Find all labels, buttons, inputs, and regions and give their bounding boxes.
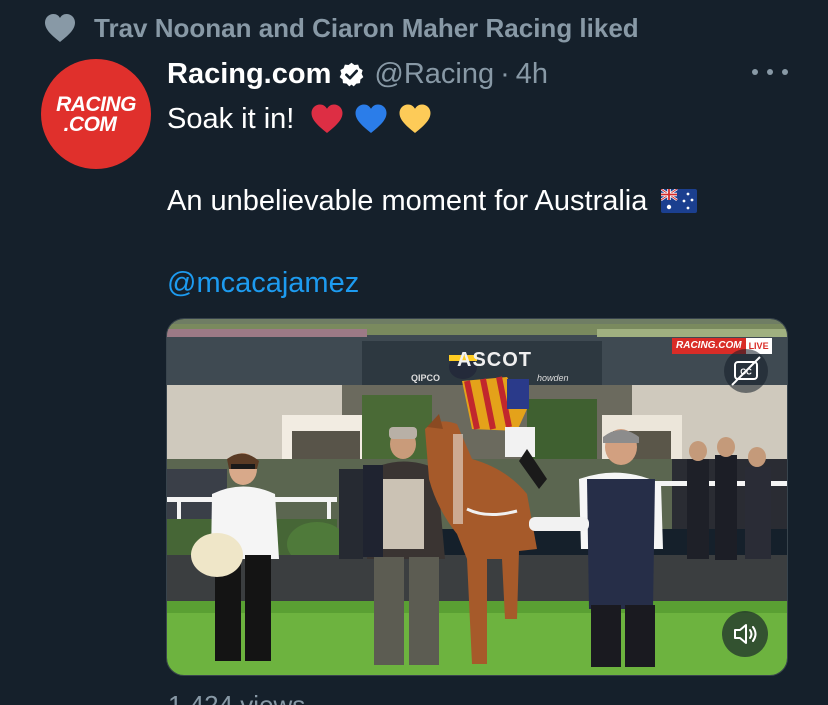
social-context-text: Trav Noonan and Ciaron Maher Racing like… (94, 12, 639, 43)
heart-icon (45, 14, 75, 42)
unmute-button[interactable] (722, 611, 768, 657)
tweet-text-line2: An unbelievable moment for Australia (167, 180, 698, 222)
avatar[interactable]: RACING .COM (41, 59, 151, 169)
timestamp[interactable]: 4h (516, 58, 548, 91)
tweet-text-australia: An unbelievable moment for Australia (167, 184, 648, 217)
closed-captions-icon: CC (731, 356, 761, 386)
red-heart-emoji-icon (311, 104, 343, 133)
tweet-header: Racing.com @Racing · 4h (167, 52, 548, 96)
social-context[interactable]: Trav Noonan and Ciaron Maher Racing like… (44, 12, 639, 44)
closed-captions-button[interactable]: CC (724, 349, 768, 393)
mention-link[interactable]: @mcacajamez (167, 267, 359, 300)
avatar-logo-line1: RACING (56, 93, 136, 116)
view-count: 1,424 views (168, 690, 306, 705)
tweet-text-line3: @mcacajamez (167, 262, 359, 304)
more-options-icon[interactable] (752, 62, 788, 82)
tweet-text-line1: Soak it in! (167, 98, 432, 140)
speaker-muted-icon (734, 624, 757, 644)
qipco-sign: QIPCO (411, 373, 441, 383)
tweet-text-soak: Soak it in! (167, 102, 295, 135)
australia-flag-icon (661, 189, 698, 213)
howden-sign: howden (537, 373, 569, 383)
video-player[interactable]: ASCOT QIPCO howden RACING.COM LIVE CC (166, 318, 788, 676)
display-name[interactable]: Racing.com (167, 58, 331, 91)
video-frame (167, 319, 787, 675)
verified-badge-icon (340, 62, 364, 86)
separator-dot: · (500, 57, 510, 90)
yellow-heart-emoji-icon (399, 104, 431, 133)
blue-heart-emoji-icon (355, 104, 387, 133)
avatar-logo-line2: .COM (63, 113, 117, 136)
ascot-sign: ASCOT (457, 349, 532, 371)
handle[interactable]: @Racing (374, 58, 494, 91)
